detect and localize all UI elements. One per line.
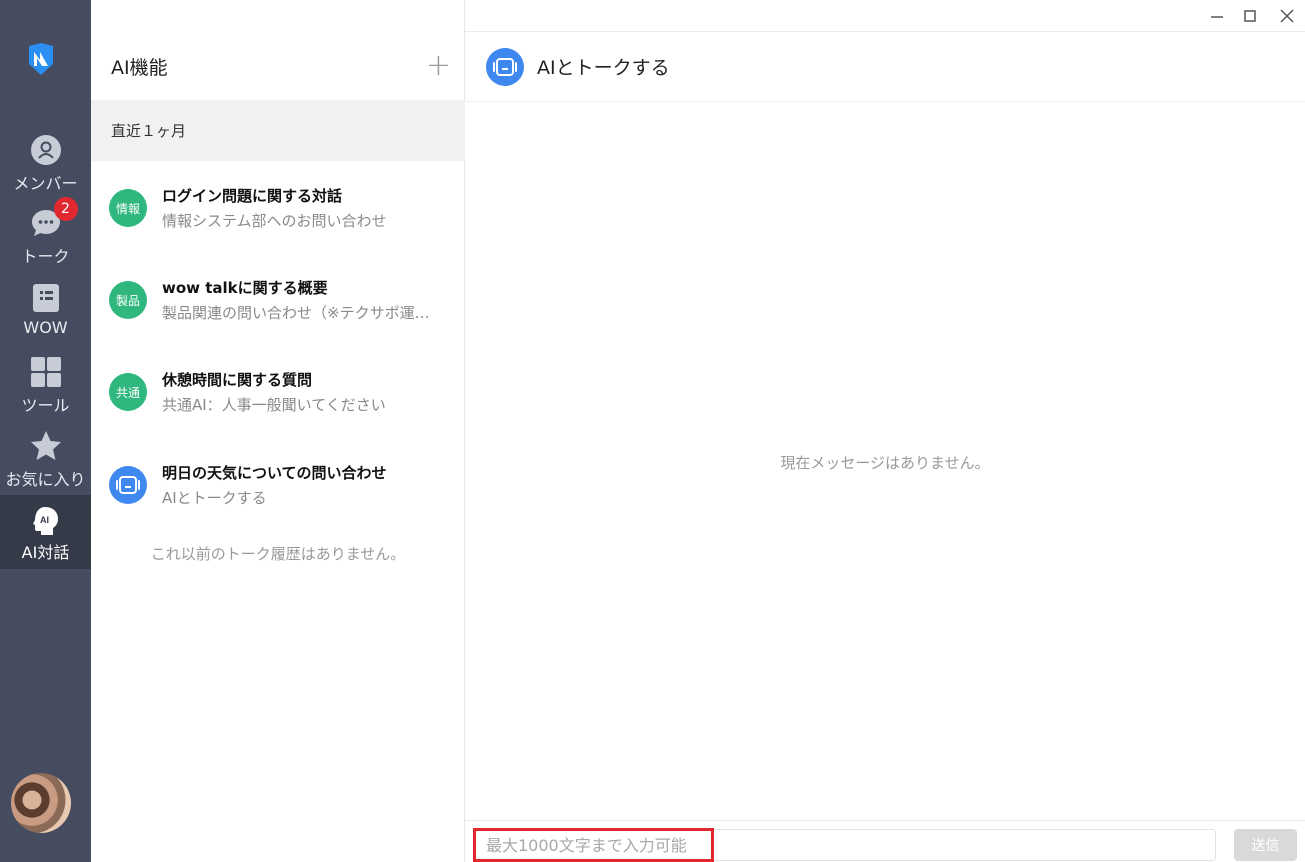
nav-label-members: メンバー [13, 174, 78, 193]
person-icon [30, 134, 62, 166]
conversation-item[interactable]: 情報 ログイン問題に関する対話 情報システム部へのお問い合わせ [91, 168, 465, 248]
app-logo-icon[interactable] [24, 42, 58, 76]
conversation-subtitle: 情報システム部へのお問い合わせ [162, 212, 387, 230]
empty-messages-text: 現在メッセージはありません。 [780, 454, 990, 472]
nav-item-talk[interactable]: 2 トーク [0, 197, 91, 279]
star-icon [30, 430, 62, 462]
ai-head-icon: AI [30, 505, 62, 537]
window-titlebar [465, 0, 1305, 32]
nav-item-favorites[interactable]: お気に入り [0, 430, 91, 502]
nav-label-ai-dialogue: AI対話 [21, 543, 70, 562]
nav-label-favorites: お気に入り [5, 470, 86, 489]
user-avatar[interactable] [11, 773, 71, 833]
section-header-recent: 直近１ヶ月 [91, 100, 465, 161]
conversation-title: 休憩時間に関する質問 [162, 371, 313, 389]
svg-text:AI: AI [40, 515, 49, 525]
nav-item-wow[interactable]: WOW [0, 282, 91, 354]
list-header: AI機能 + [91, 32, 465, 100]
nav-item-tools[interactable]: ツール [0, 356, 91, 428]
conversation-item[interactable]: 明日の天気についての問い合わせ AIとトークする [91, 445, 465, 525]
grid-icon [30, 356, 62, 388]
nav-label-wow: WOW [23, 318, 68, 337]
message-input[interactable] [475, 829, 1216, 861]
chat-header: AIとトークする [465, 32, 1305, 102]
minimize-icon[interactable] [1205, 4, 1229, 28]
conversation-badge: 製品 [109, 281, 147, 319]
nav-label-talk: トーク [21, 247, 70, 266]
nav-label-tools: ツール [21, 396, 70, 415]
left-nav: メンバー 2 トーク WOW ツール お気に入り AI AI対話 [0, 0, 91, 862]
close-icon[interactable] [1275, 4, 1299, 28]
conversation-title: wow talkに関する概要 [162, 279, 328, 297]
maximize-icon[interactable] [1238, 4, 1262, 28]
conversation-badge: 共通 [109, 373, 147, 411]
send-button[interactable]: 送信 [1234, 829, 1297, 861]
chat-title: AIとトークする [537, 57, 670, 79]
conversation-title: 明日の天気についての問い合わせ [162, 464, 387, 482]
nav-item-ai-dialogue[interactable]: AI AI対話 [0, 495, 91, 569]
conversation-subtitle: 共通AI：人事一般聞いてください [162, 396, 386, 414]
conversation-badge: 情報 [109, 189, 147, 227]
conversation-item[interactable]: 共通 休憩時間に関する質問 共通AI：人事一般聞いてください [91, 352, 465, 432]
ai-bot-icon [109, 466, 147, 504]
conversation-subtitle: AIとトークする [162, 489, 267, 507]
no-more-history-text: これ以前のトーク履歴はありません。 [150, 545, 406, 563]
conversation-subtitle: 製品関連の問い合わせ（※テクサポ運… [162, 304, 430, 322]
unread-badge: 2 [53, 197, 78, 221]
add-conversation-button[interactable]: + [426, 51, 451, 81]
conversation-title: ログイン問題に関する対話 [162, 187, 343, 205]
nav-item-members[interactable]: メンバー [0, 134, 91, 206]
conversation-item[interactable]: 製品 wow talkに関する概要 製品関連の問い合わせ（※テクサポ運… [91, 260, 465, 340]
ai-function-list: AI機能 + 直近１ヶ月 情報 ログイン問題に関する対話 情報システム部へのお問… [91, 0, 465, 862]
chat-bubble-icon: 2 [30, 197, 78, 239]
ai-bot-icon [486, 47, 524, 86]
document-list-icon [30, 282, 62, 314]
message-composer: 送信 [465, 820, 1305, 862]
list-title: AI機能 [111, 56, 168, 79]
